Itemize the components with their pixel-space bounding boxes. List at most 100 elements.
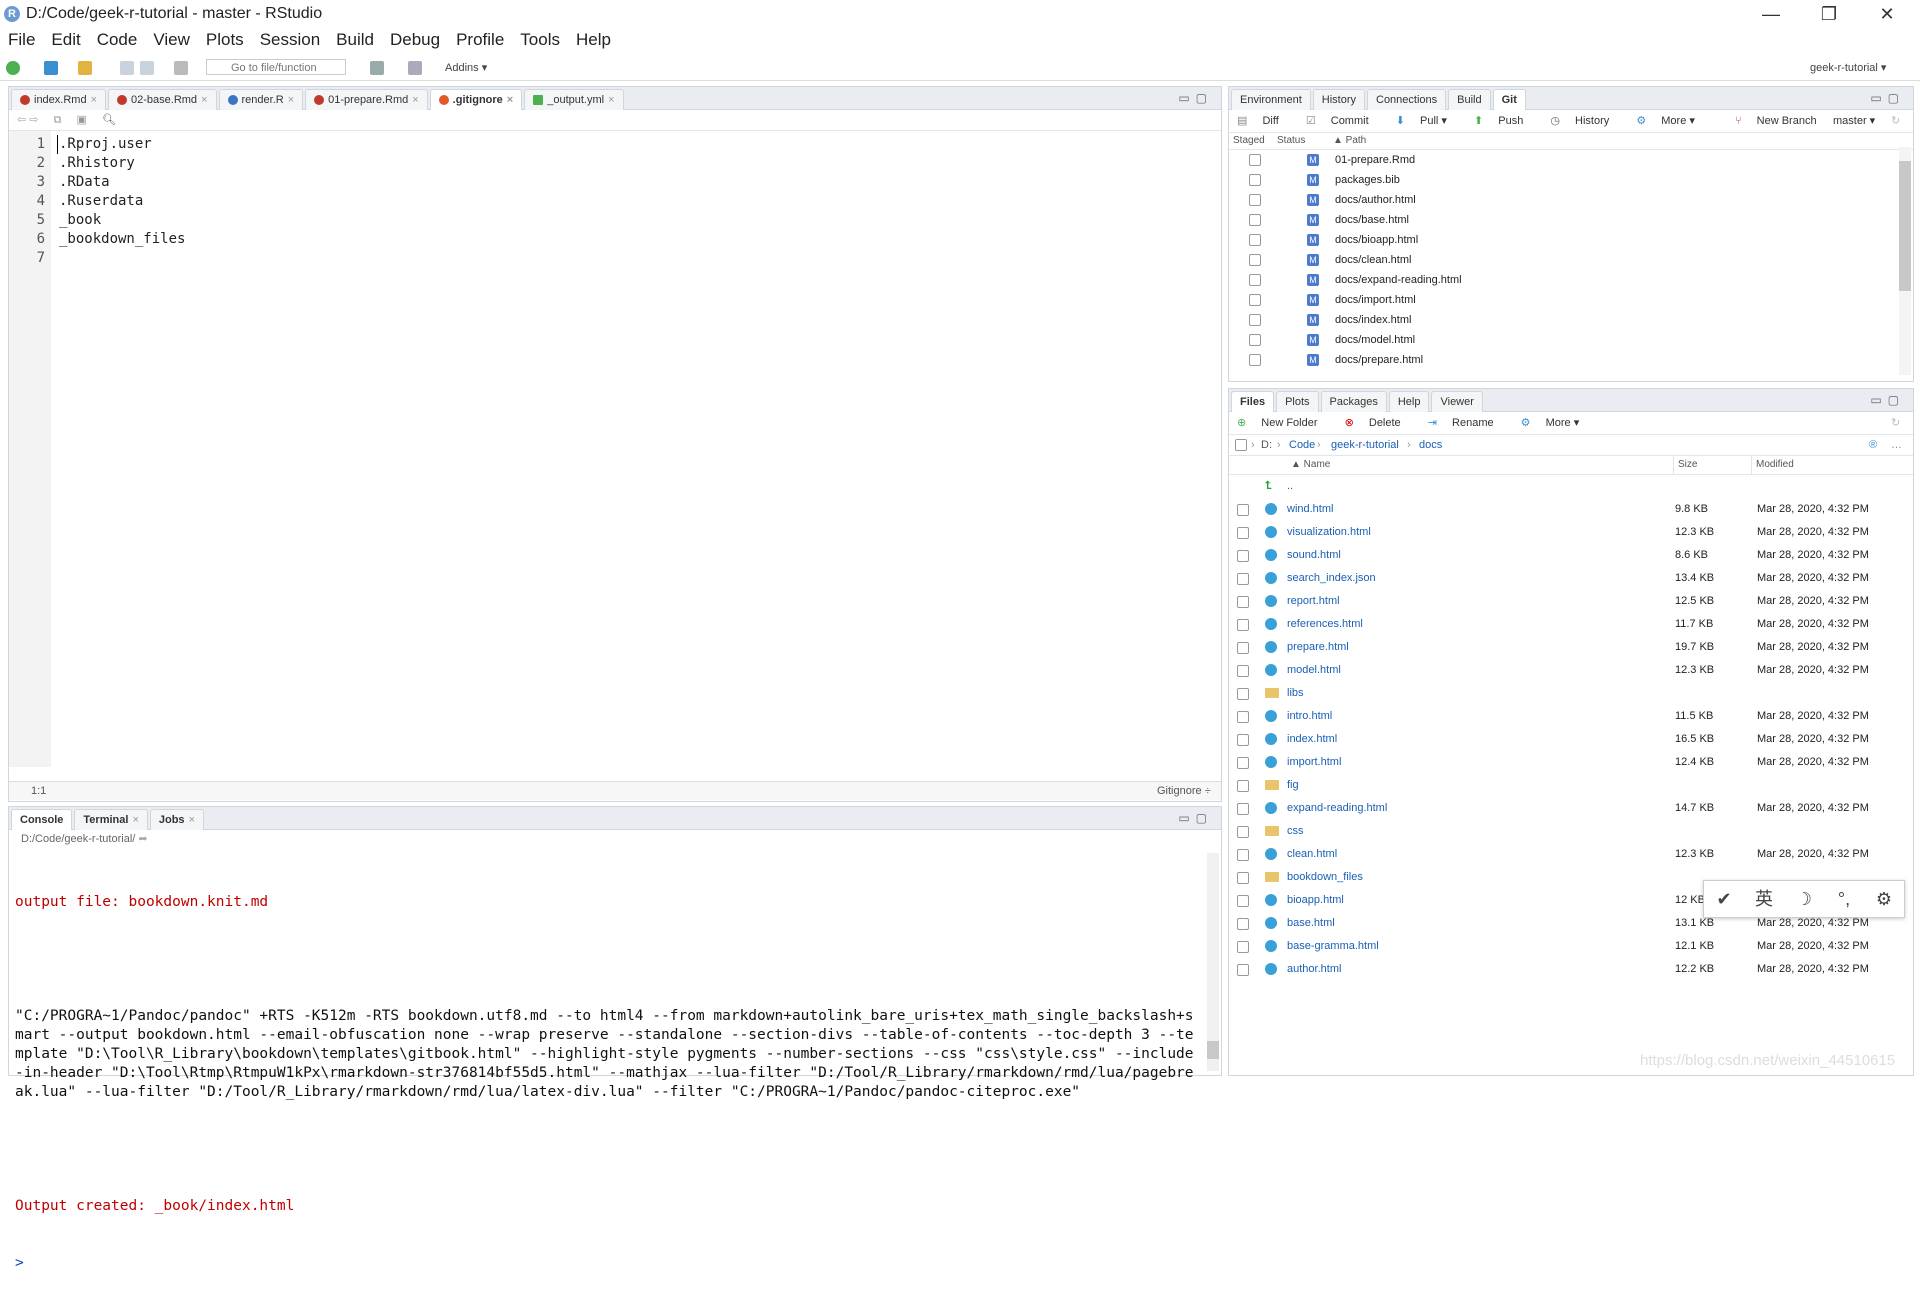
git-file-row[interactable]: Mdocs/model.html [1229, 330, 1895, 350]
file-checkbox[interactable] [1237, 642, 1249, 654]
stage-checkbox[interactable] [1249, 234, 1261, 246]
stage-checkbox[interactable] [1249, 174, 1261, 186]
tab-gitignore[interactable]: .gitignore × [429, 89, 523, 110]
close-button[interactable]: ✕ [1864, 0, 1910, 28]
file-checkbox[interactable] [1237, 711, 1249, 723]
close-icon[interactable]: × [132, 814, 138, 826]
new-branch-button[interactable]: ⑂ New Branch [1735, 110, 1829, 132]
stage-checkbox[interactable] [1249, 354, 1261, 366]
crumb-docs[interactable]: docs [1419, 435, 1442, 455]
scrollbar-thumb[interactable] [1207, 1041, 1219, 1059]
file-name-link[interactable]: import.html [1287, 751, 1341, 774]
col-staged[interactable]: Staged [1233, 133, 1265, 149]
history-button[interactable]: ◷ History [1550, 115, 1621, 127]
file-checkbox[interactable] [1237, 504, 1249, 516]
minimize-button[interactable]: — [1748, 0, 1794, 28]
git-file-row[interactable]: M 01-prepare.Rmd [1229, 150, 1895, 170]
file-checkbox[interactable] [1237, 573, 1249, 585]
pull-button[interactable]: ⬇ Pull ▾ [1396, 115, 1459, 127]
console-output[interactable]: output file: bookdown.knit.md "C:/PROGRA… [15, 855, 1195, 1271]
file-checkbox[interactable] [1237, 619, 1249, 631]
file-row[interactable]: import.html 12.4 KB Mar 28, 2020, 4:32 PM [1229, 751, 1913, 774]
file-name-link[interactable]: index.html [1287, 728, 1337, 751]
tab-jobs[interactable]: Jobs × [149, 809, 204, 830]
file-row[interactable]: expand-reading.html 14.7 KB Mar 28, 2020, … [1229, 797, 1913, 820]
files-more-button[interactable]: ⚙ More ▾ [1521, 417, 1592, 429]
git-file-row[interactable]: Mdocs/prepare.html [1229, 350, 1895, 370]
file-name-link[interactable]: base.html [1287, 912, 1335, 935]
file-checkbox[interactable] [1237, 757, 1249, 769]
ellipsis-icon[interactable]: … [1891, 435, 1902, 455]
save-all-icon[interactable] [140, 61, 154, 75]
file-name-link[interactable]: prepare.html [1287, 636, 1349, 659]
file-row[interactable]: report.html 12.5 KB Mar 28, 2020, 4:32 PM [1229, 590, 1913, 613]
file-name-link[interactable]: fig [1287, 774, 1299, 797]
back-icon[interactable]: ⇦ ⇨ [17, 114, 39, 126]
tab-files[interactable]: Files [1231, 391, 1275, 412]
git-file-row[interactable]: Mpackages.bib [1229, 170, 1895, 190]
close-icon[interactable]: × [608, 94, 614, 106]
git-file-row[interactable]: Mdocs/base.html [1229, 210, 1895, 230]
file-name-link[interactable]: visualization.html [1287, 521, 1371, 544]
print-icon[interactable] [174, 61, 188, 75]
goto-directory-icon[interactable]: ➦ [138, 833, 147, 845]
tab-history[interactable]: History [1312, 89, 1365, 110]
col-size[interactable]: Size [1673, 456, 1697, 474]
tab-help[interactable]: Help [1388, 391, 1430, 412]
ime-check-icon[interactable]: ✔ [1704, 881, 1744, 917]
file-name-link[interactable]: clean.html [1287, 843, 1337, 866]
file-checkbox[interactable] [1237, 803, 1249, 815]
menu-help[interactable]: Help [574, 30, 613, 50]
git-file-row[interactable]: Mdocs/author.html [1229, 190, 1895, 210]
col-status[interactable]: Status [1277, 133, 1305, 149]
file-row[interactable]: model.html 12.3 KB Mar 28, 2020, 4:32 PM [1229, 659, 1913, 682]
refresh-icon[interactable]: ↻ [1891, 110, 1900, 132]
file-checkbox[interactable] [1237, 826, 1249, 838]
refresh-icon[interactable]: ↻ [1891, 412, 1900, 434]
close-icon[interactable]: × [507, 94, 513, 106]
stage-checkbox[interactable] [1249, 314, 1261, 326]
menu-session[interactable]: Session [258, 30, 322, 50]
tab-build[interactable]: Build [1448, 89, 1491, 110]
file-name-link[interactable]: bioapp.html [1287, 889, 1344, 912]
ime-moon-icon[interactable]: ☽ [1784, 881, 1824, 917]
menu-edit[interactable]: Edit [49, 30, 82, 50]
git-file-row[interactable]: Mdocs/clean.html [1229, 250, 1895, 270]
file-name-link[interactable]: report.html [1287, 590, 1340, 613]
maximize-button[interactable]: ❐ [1806, 0, 1852, 28]
file-checkbox[interactable] [1237, 895, 1249, 907]
ime-punctuation-icon[interactable]: °, [1824, 881, 1864, 917]
scrollbar-thumb[interactable] [1899, 161, 1911, 291]
git-file-row[interactable]: Mdocs/bioapp.html [1229, 230, 1895, 250]
file-checkbox[interactable] [1237, 780, 1249, 792]
git-file-row[interactable]: Mdocs/expand-reading.html [1229, 270, 1895, 290]
file-checkbox[interactable] [1237, 918, 1249, 930]
go-to-project-icon[interactable]: ® [1869, 435, 1877, 455]
tab-plots[interactable]: Plots [1276, 391, 1319, 412]
tab-01-prepare-rmd[interactable]: 01-prepare.Rmd × [305, 89, 428, 110]
file-row[interactable]: intro.html 11.5 KB Mar 28, 2020, 4:32 PM [1229, 705, 1913, 728]
stage-checkbox[interactable] [1249, 294, 1261, 306]
close-icon[interactable]: × [91, 94, 97, 106]
pane-size-controls[interactable]: ▭▢ [1870, 91, 1905, 105]
file-row[interactable]: references.html 11.7 KB Mar 28, 2020, 4:32… [1229, 613, 1913, 636]
tab-output-yml[interactable]: _output.yml × [524, 89, 624, 110]
file-name-link[interactable]: bookdown_files [1287, 866, 1363, 889]
delete-button[interactable]: ⊗ Delete [1345, 417, 1413, 429]
crumb-drive[interactable]: D: [1261, 435, 1272, 455]
file-name-link[interactable]: sound.html [1287, 544, 1341, 567]
stage-checkbox[interactable] [1249, 154, 1261, 166]
file-name-link[interactable]: model.html [1287, 659, 1341, 682]
close-icon[interactable]: × [201, 94, 207, 106]
git-scrollbar[interactable] [1899, 147, 1911, 375]
select-all-checkbox[interactable] [1235, 439, 1247, 451]
file-name-link[interactable]: wind.html [1287, 498, 1333, 521]
new-file-icon[interactable] [6, 61, 20, 75]
git-file-row[interactable]: Mdocs/index.html [1229, 310, 1895, 330]
file-checkbox[interactable] [1237, 734, 1249, 746]
tab-index-rmd[interactable]: index.Rmd × [11, 89, 107, 110]
push-button[interactable]: ⬆ Push [1474, 115, 1535, 127]
file-row[interactable]: clean.html 12.3 KB Mar 28, 2020, 4:32 PM [1229, 843, 1913, 866]
save-icon[interactable] [120, 61, 134, 75]
tab-environment[interactable]: Environment [1231, 89, 1311, 110]
